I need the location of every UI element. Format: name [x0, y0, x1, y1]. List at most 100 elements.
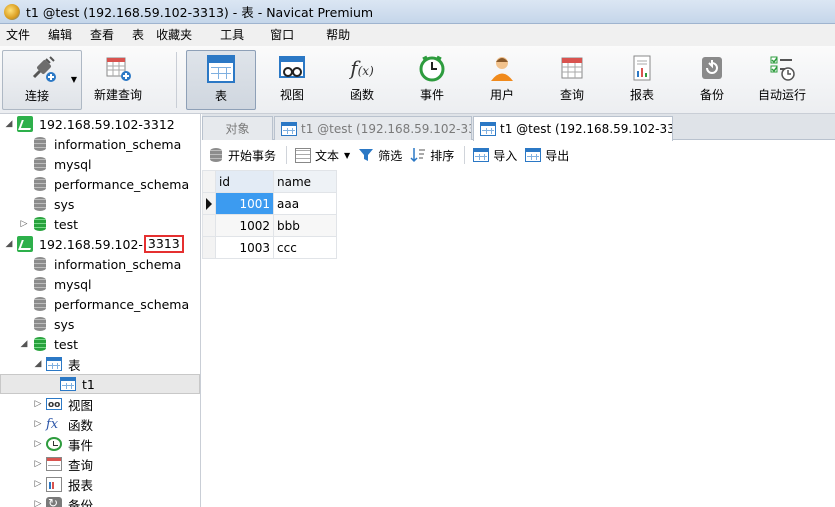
button-label: 导出	[545, 148, 570, 163]
menu-table[interactable]: 表	[126, 24, 150, 46]
cell-name[interactable]: ccc	[273, 236, 337, 259]
begin-transaction-button[interactable]: 开始事务	[208, 147, 276, 164]
view-icon	[46, 398, 62, 410]
query-icon	[558, 54, 586, 82]
connect-button[interactable]: 连接 ▼	[2, 50, 82, 110]
tree-connection-3312[interactable]: ◢ 192.168.59.102-3312	[0, 114, 200, 134]
query-button[interactable]: 查询	[542, 50, 602, 110]
clock-icon	[46, 437, 62, 451]
tree-db-test[interactable]: ◢ test	[0, 334, 200, 354]
cell-id[interactable]: 1002	[215, 214, 274, 237]
chevron-down-icon[interactable]: ▼	[71, 75, 77, 84]
filter-button[interactable]: 筛选	[358, 147, 402, 164]
menu-window[interactable]: 窗口	[264, 24, 320, 46]
new-query-button[interactable]: 新建查询	[88, 50, 148, 110]
collapsed-arrow-icon[interactable]: ▷	[19, 219, 29, 229]
tree-db-performance-schema[interactable]: performance_schema	[0, 174, 200, 194]
current-row-indicator-icon[interactable]	[202, 192, 216, 215]
tree-connection-3313[interactable]: ◢ 192.168.59.102- 3313	[0, 234, 200, 254]
automation-label: 自动运行	[757, 88, 806, 102]
table-icon	[46, 357, 62, 371]
database-icon	[32, 316, 48, 332]
user-button[interactable]: 用户	[472, 50, 532, 110]
backup-icon	[46, 496, 62, 507]
import-button[interactable]: 导入	[473, 147, 517, 164]
table-name: t1	[82, 376, 95, 392]
tree-reports-group[interactable]: ▷ 报表	[0, 474, 200, 494]
table-row[interactable]: 1001 aaa	[202, 192, 337, 215]
database-icon	[32, 256, 48, 272]
query-label: 查询	[559, 88, 584, 102]
collapsed-arrow-icon[interactable]: ▷	[33, 439, 43, 449]
column-header-id[interactable]: id	[215, 170, 274, 193]
tab-objects[interactable]: 对象	[202, 116, 273, 140]
tree-db-information-schema[interactable]: information_schema	[0, 254, 200, 274]
table-icon	[480, 122, 496, 136]
row-header[interactable]	[202, 236, 216, 259]
row-header[interactable]	[202, 214, 216, 237]
collapsed-arrow-icon[interactable]: ▷	[33, 399, 43, 409]
tree-events-group[interactable]: ▷ 事件	[0, 434, 200, 454]
corner-cell	[202, 170, 216, 193]
cell-name[interactable]: aaa	[273, 192, 337, 215]
cell-name[interactable]: bbb	[273, 214, 337, 237]
menu-edit[interactable]: 编辑	[42, 24, 84, 46]
menu-file[interactable]: 文件	[0, 24, 42, 46]
tree-views-group[interactable]: ▷ 视图	[0, 394, 200, 414]
text-button[interactable]: 文本 ▼	[295, 147, 350, 164]
table-row[interactable]: 1003 ccc	[202, 236, 337, 259]
menu-help[interactable]: 帮助	[320, 24, 362, 46]
table-row[interactable]: 1002 bbb	[202, 214, 337, 237]
expand-arrow-icon[interactable]: ◢	[33, 359, 43, 369]
tree-db-sys[interactable]: sys	[0, 314, 200, 334]
menu-favorites[interactable]: 收藏夹	[150, 24, 214, 46]
table-toolbar: 开始事务 文本 ▼ 筛选 排序 导入 导出	[202, 141, 835, 169]
collapsed-arrow-icon[interactable]: ▷	[33, 499, 43, 507]
expand-arrow-icon[interactable]: ◢	[19, 339, 29, 349]
column-header-name[interactable]: name	[273, 170, 337, 193]
tree-db-sys[interactable]: sys	[0, 194, 200, 214]
tab-t1-active[interactable]: t1 @test (192.168.59.102-33...	[473, 116, 673, 141]
tab-bar: 对象 t1 @test (192.168.59.102-33... t1 @te…	[202, 114, 835, 141]
collapsed-arrow-icon[interactable]: ▷	[33, 479, 43, 489]
tab-label: 对象	[225, 122, 250, 136]
report-button[interactable]: 报表	[612, 50, 672, 110]
tab-t1-inactive[interactable]: t1 @test (192.168.59.102-33...	[274, 116, 472, 140]
collapsed-arrow-icon[interactable]: ▷	[33, 419, 43, 429]
tree-db-mysql[interactable]: mysql	[0, 154, 200, 174]
expand-arrow-icon[interactable]: ◢	[4, 239, 14, 249]
sort-button[interactable]: 排序	[410, 147, 454, 164]
backup-icon	[698, 54, 726, 82]
tree-backups-group[interactable]: ▷ 备份	[0, 494, 200, 507]
tree-db-information-schema[interactable]: information_schema	[0, 134, 200, 154]
menu-view[interactable]: 查看	[84, 24, 126, 46]
tree-db-mysql[interactable]: mysql	[0, 274, 200, 294]
automation-button[interactable]: 自动运行	[752, 50, 812, 110]
tree-db-test[interactable]: ▷ test	[0, 214, 200, 234]
toolbar-divider	[286, 146, 288, 164]
tree-tables-group[interactable]: ◢ 表	[0, 354, 200, 374]
grid-header-row: id name	[202, 170, 337, 193]
collapsed-arrow-icon[interactable]: ▷	[33, 459, 43, 469]
user-icon	[488, 54, 516, 82]
button-label: 排序	[430, 148, 455, 163]
function-button[interactable]: f(x) 函数	[332, 50, 392, 110]
tree-functions-group[interactable]: ▷ fx 函数	[0, 414, 200, 434]
group-name: 表	[68, 357, 81, 373]
export-button[interactable]: 导出	[525, 147, 569, 164]
window-title: t1 @test (192.168.59.102-3313) - 表 - Nav…	[26, 5, 374, 20]
cell-id[interactable]: 1001	[215, 192, 274, 215]
title-bar: t1 @test (192.168.59.102-3313) - 表 - Nav…	[0, 0, 835, 24]
expand-arrow-icon[interactable]: ◢	[4, 119, 14, 129]
new-query-icon	[104, 54, 132, 82]
tree-table-t1[interactable]: t1	[0, 374, 200, 394]
tree-queries-group[interactable]: ▷ 查询	[0, 454, 200, 474]
table-button[interactable]: 表	[186, 50, 256, 110]
backup-button[interactable]: 备份	[682, 50, 742, 110]
view-button[interactable]: 视图	[262, 50, 322, 110]
filter-icon	[358, 147, 374, 163]
tree-db-performance-schema[interactable]: performance_schema	[0, 294, 200, 314]
event-button[interactable]: 事件	[402, 50, 462, 110]
menu-tools[interactable]: 工具	[214, 24, 264, 46]
cell-id[interactable]: 1003	[215, 236, 274, 259]
